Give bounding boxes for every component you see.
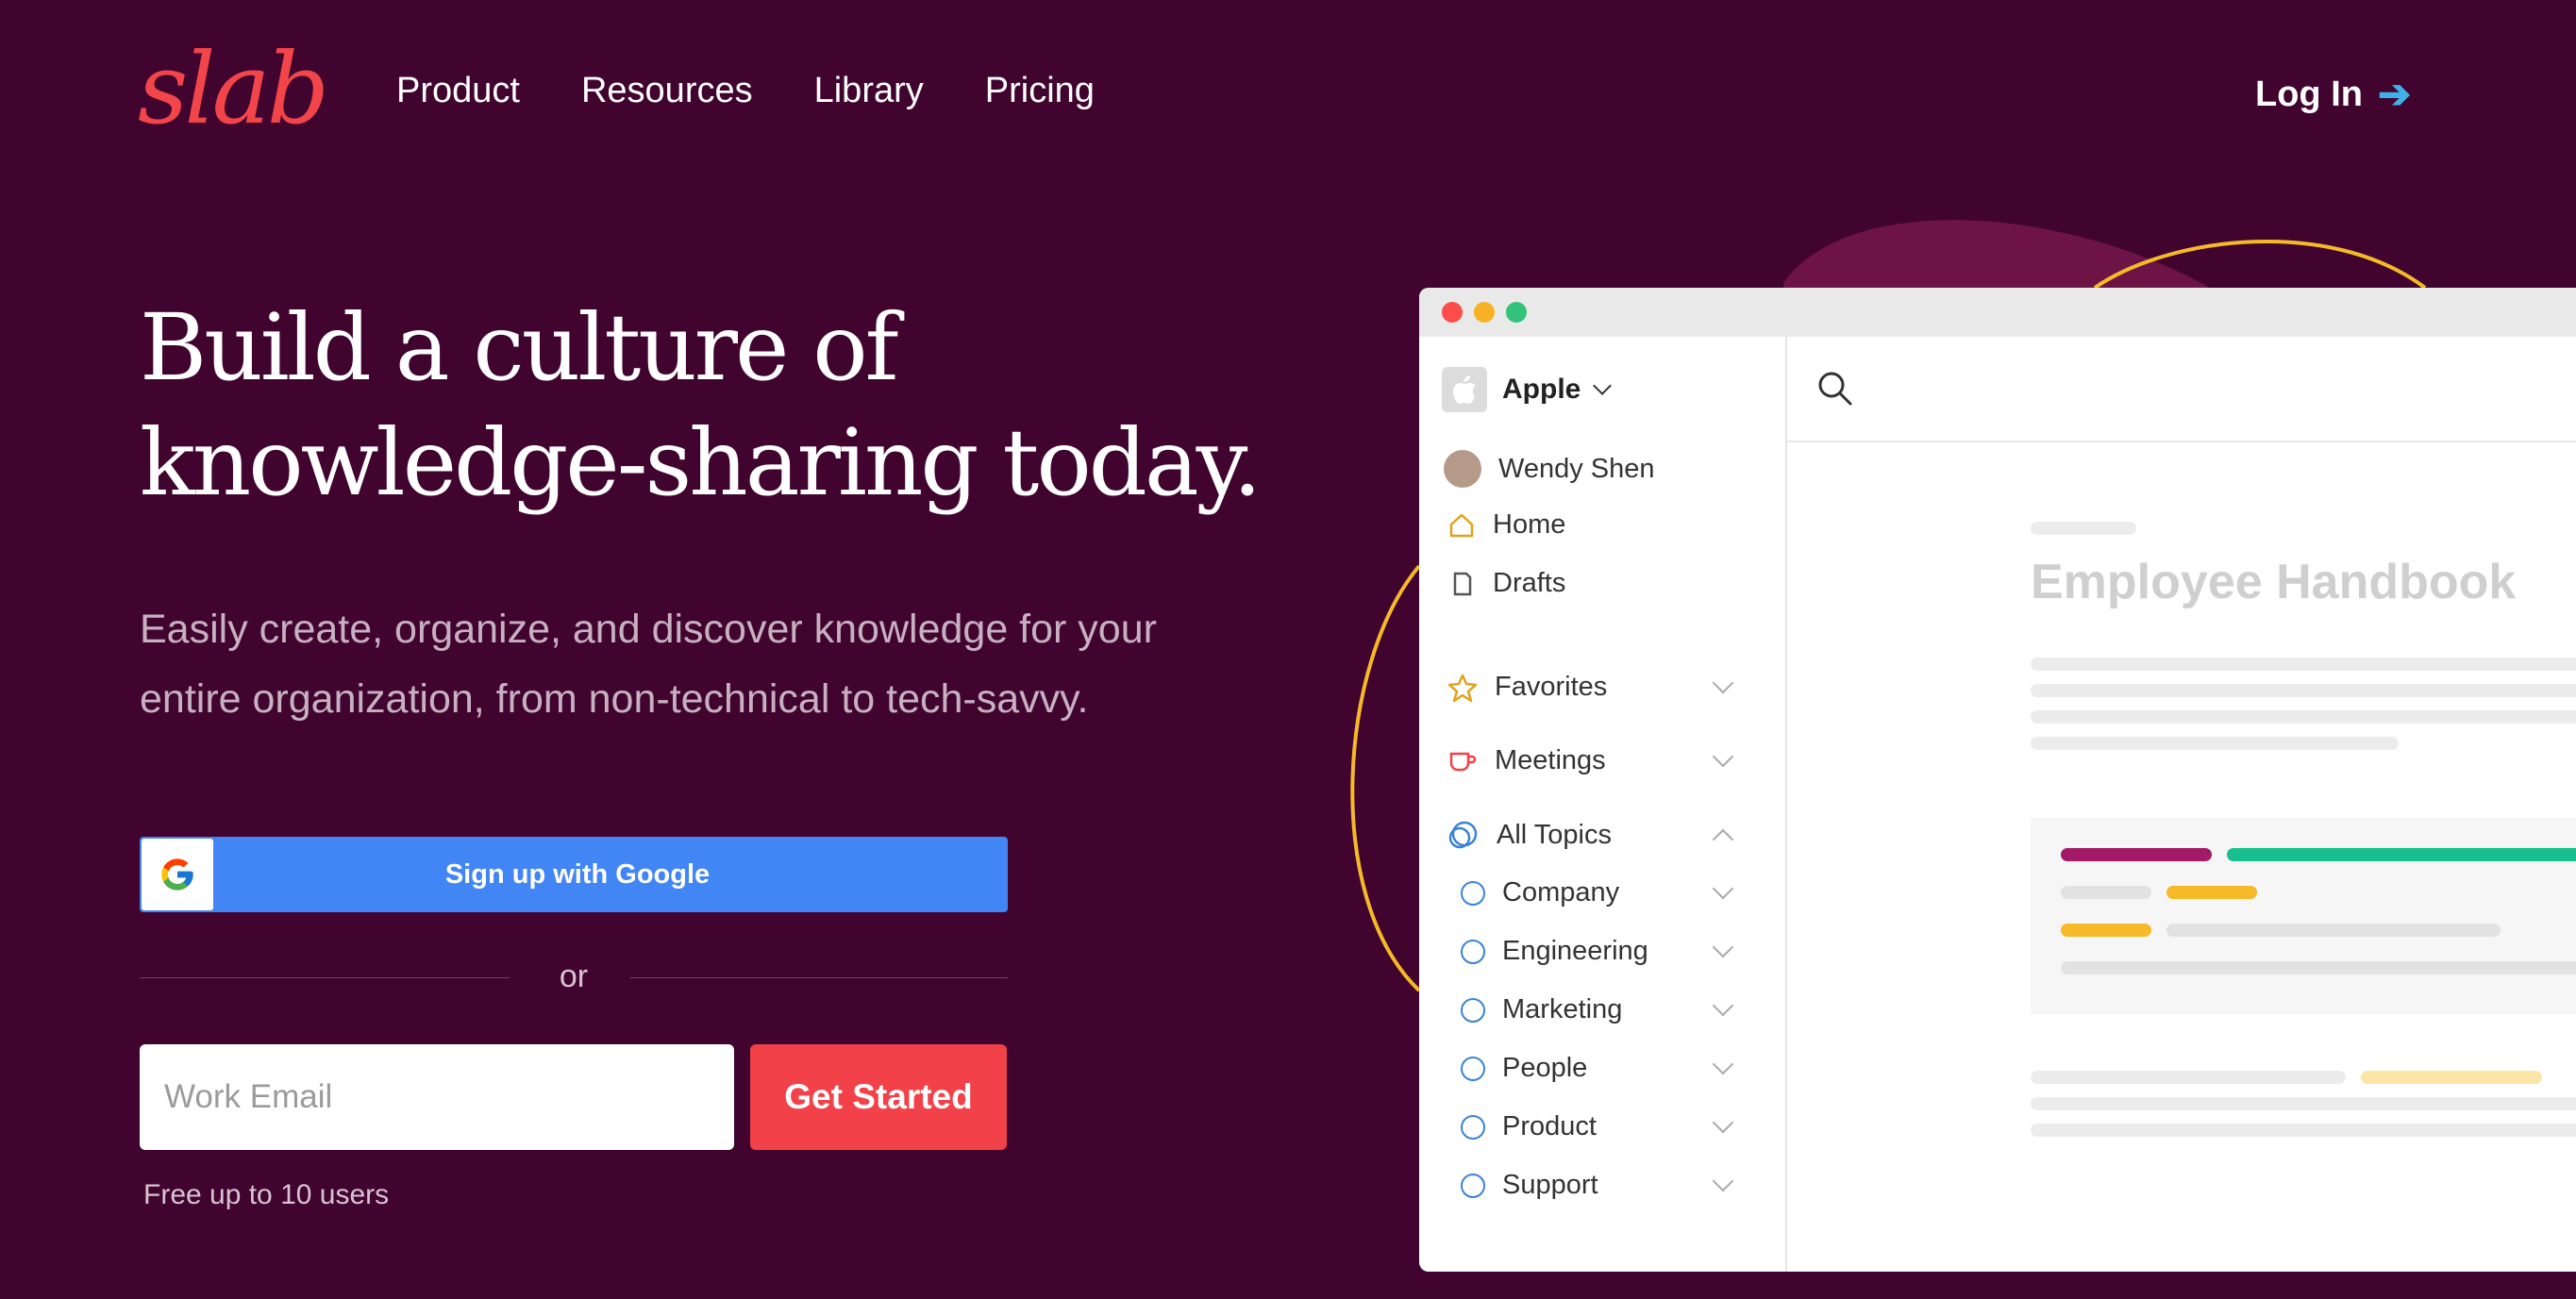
topic-circle-icon [1461,1173,1485,1198]
chevron-down-icon[interactable] [1712,1111,1734,1134]
window-titlebar [1419,288,2576,337]
topic-item-engineering[interactable]: Engineering [1461,936,1759,967]
sidebar-item-drafts[interactable]: Drafts [1447,568,1565,599]
topic-label: Company [1502,877,1620,908]
hero-subhead: Easily create, organize, and discover kn… [140,607,1157,722]
highlight-bar [2061,848,2212,861]
placeholder-line [2061,886,2151,899]
chevron-up-icon[interactable] [1712,828,1734,851]
slab-logo[interactable]: slab [138,32,329,145]
login-link[interactable]: Log In ➔ [2255,66,2411,123]
nav-link-resources[interactable]: Resources [581,62,753,119]
apple-logo-icon [1442,367,1487,412]
close-dot-icon [1442,302,1463,323]
topic-item-marketing[interactable]: Marketing [1461,994,1759,1025]
home-icon [1449,513,1474,537]
topics-icon [1448,821,1478,849]
meetings-label: Meetings [1495,745,1606,775]
chevron-down-icon[interactable] [1712,672,1734,694]
highlight-bar [2166,886,2257,899]
search-bar[interactable] [1787,337,2576,442]
coffee-cup-icon [1449,752,1477,771]
topic-circle-icon [1461,880,1485,906]
placeholder-line [2031,1071,2346,1084]
search-icon [1818,372,1852,406]
topic-item-support[interactable]: Support [1461,1170,1759,1201]
document-card [2031,818,2576,1014]
placeholder-line [2031,684,2576,697]
placeholder-line [2031,710,2576,724]
nav-link-pricing[interactable]: Pricing [985,62,1095,119]
topic-label: Product [1502,1111,1597,1141]
document-area: Employee Handbook [1787,337,2576,1272]
topic-label: People [1502,1053,1588,1083]
chevron-down-icon [1593,376,1613,395]
user-name: Wendy Shen [1498,453,1655,484]
chevron-down-icon[interactable] [1712,936,1734,958]
chevron-down-icon[interactable] [1712,994,1734,1017]
nav-link-product[interactable]: Product [396,62,520,119]
document-title: Employee Handbook [2031,555,2517,609]
topic-circle-icon [1461,939,1485,964]
nav-link-library[interactable]: Library [814,62,924,119]
arrow-right-icon: ➔ [2377,72,2412,116]
workspace-switcher[interactable]: Apple [1442,367,1613,412]
drafts-icon [1453,572,1472,595]
get-started-button[interactable]: Get Started [750,1044,1007,1150]
or-divider: or [140,953,1008,1009]
star-icon [1447,674,1478,702]
app-sidebar: Apple Wendy Shen Home Drafts Favorites M… [1419,337,1787,1272]
topic-circle-icon [1461,1114,1485,1140]
placeholder-line [2031,737,2399,750]
sidebar-item-user[interactable]: Wendy Shen [1444,450,1655,488]
highlight-bar [2361,1071,2542,1084]
placeholder-line [2031,522,2136,535]
topic-label: Support [1502,1170,1598,1200]
or-text: or [559,958,589,994]
topic-item-product[interactable]: Product [1461,1111,1759,1142]
highlight-bar [2061,924,2151,937]
sidebar-item-meetings[interactable]: Meetings [1447,745,1759,776]
chevron-down-icon[interactable] [1712,1170,1734,1192]
topic-circle-icon [1461,997,1485,1023]
avatar [1444,450,1481,488]
all-topics-label: All Topics [1497,819,1612,850]
favorites-label: Favorites [1495,672,1608,702]
placeholder-line [2031,658,2576,671]
topic-item-company[interactable]: Company [1461,877,1759,908]
minimize-dot-icon [1474,302,1495,323]
google-icon [142,839,213,910]
headline-line-2: knowledge-sharing today. [140,409,1262,516]
google-signup-button[interactable]: Sign up with Google [140,837,1008,912]
page-title: Build a culture of knowledge-sharing tod… [140,291,1272,521]
work-email-input[interactable] [140,1044,734,1150]
placeholder-line [2031,1097,2576,1110]
drafts-label: Drafts [1493,568,1566,598]
free-users-note: Free up to 10 users [143,1179,390,1210]
app-window: Apple Wendy Shen Home Drafts Favorites M… [1419,288,2576,1272]
placeholder-line [2031,1124,2576,1137]
placeholder-line [2166,924,2501,937]
home-label: Home [1493,509,1566,540]
maximize-dot-icon [1506,302,1527,323]
topic-item-people[interactable]: People [1461,1053,1759,1084]
topic-label: Marketing [1502,994,1623,1024]
sidebar-item-favorites[interactable]: Favorites [1447,672,1759,703]
sidebar-item-home[interactable]: Home [1447,509,1565,541]
headline-line-1: Build a culture of [140,294,899,401]
google-signup-label: Sign up with Google [444,858,711,890]
chevron-down-icon[interactable] [1712,1053,1734,1075]
login-label: Log In [2255,75,2363,114]
sidebar-item-all-topics[interactable]: All Topics [1447,819,1759,851]
highlight-bar [2227,848,2576,861]
chevron-down-icon[interactable] [1712,877,1734,900]
topic-label: Engineering [1502,936,1648,966]
main-nav: Product Resources Library Pricing [396,62,1095,119]
workspace-name: Apple [1502,374,1581,405]
topic-circle-icon [1461,1056,1485,1081]
chevron-down-icon[interactable] [1712,745,1734,768]
placeholder-line [2061,961,2576,974]
